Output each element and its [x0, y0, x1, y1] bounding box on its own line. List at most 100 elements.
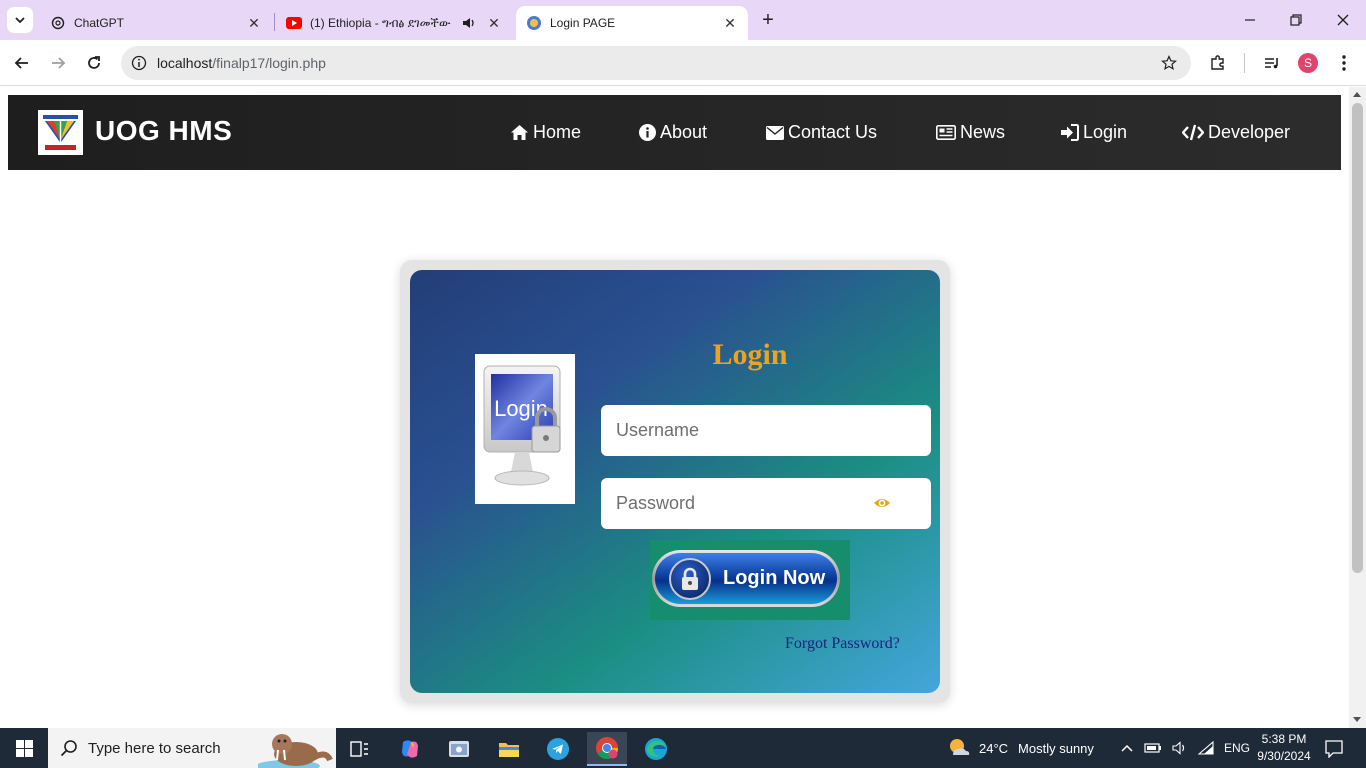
volume-icon[interactable] — [1172, 741, 1188, 755]
nav-link-login[interactable]: Login — [1060, 122, 1127, 143]
chevron-up-icon[interactable] — [1120, 743, 1134, 753]
newspaper-icon — [936, 125, 956, 140]
taskbar-edge[interactable] — [636, 732, 676, 766]
taskbar-telegram[interactable] — [538, 732, 578, 766]
nav-link-label: About — [660, 122, 708, 142]
copilot-icon — [402, 740, 418, 758]
nav-link-developer[interactable]: Developer — [1182, 122, 1290, 143]
task-view-button[interactable] — [340, 732, 380, 766]
tab-login-page[interactable]: Login PAGE ✕ — [516, 6, 748, 40]
show-password-eye-icon[interactable] — [873, 495, 891, 511]
taskbar-app-window[interactable] — [439, 732, 479, 766]
login-card: Login Login Username Password Login Now … — [410, 270, 940, 693]
login-button-face: Login Now — [655, 553, 837, 604]
address-bar[interactable]: localhost/finalp17/login.php — [121, 46, 1191, 80]
password-placeholder: Password — [616, 493, 696, 513]
password-input[interactable]: Password — [601, 478, 931, 529]
scrollbar-thumb[interactable] — [1352, 103, 1363, 573]
reload-button[interactable] — [81, 50, 107, 76]
minimize-icon — [1245, 19, 1255, 21]
telegram-icon — [547, 738, 569, 760]
media-controls-button[interactable] — [1261, 52, 1283, 74]
close-tab-icon[interactable]: ✕ — [246, 15, 262, 31]
forward-button[interactable] — [45, 50, 71, 76]
taskbar-chrome[interactable] — [587, 732, 627, 766]
nav-link-home[interactable]: Home — [510, 122, 581, 143]
clock-date: 9/30/2024 — [1257, 749, 1311, 763]
scroll-down-arrow-icon[interactable] — [1353, 717, 1361, 722]
system-tray: ENG — [1120, 728, 1250, 768]
taskbar-file-explorer[interactable] — [489, 732, 529, 766]
url-host: localhost — [157, 55, 213, 71]
task-view-icon — [350, 741, 368, 757]
language-indicator[interactable]: ENG — [1224, 741, 1250, 755]
bookmark-star-icon[interactable] — [1159, 53, 1179, 73]
new-tab-button[interactable]: + — [757, 9, 779, 31]
tab-chatgpt[interactable]: ChatGPT ✕ — [40, 6, 272, 40]
app-window-icon — [449, 741, 469, 757]
login-button-wrapper: Login Now — [650, 540, 850, 620]
browser-toolbar: localhost/finalp17/login.php S — [0, 40, 1366, 86]
chatgpt-icon — [50, 15, 66, 31]
username-placeholder: Username — [616, 420, 700, 440]
notifications-button[interactable] — [1314, 732, 1354, 766]
login-now-button[interactable]: Login Now — [652, 550, 840, 607]
weather-widget[interactable]: 24°C Mostly sunny — [947, 728, 1094, 768]
lock-icon — [669, 558, 711, 600]
restore-icon — [1290, 14, 1302, 26]
windows-taskbar: Type here to search 24°C Mostly sunny EN… — [0, 728, 1366, 768]
scroll-up-arrow-icon[interactable] — [1353, 92, 1361, 97]
folder-icon — [499, 743, 519, 757]
nav-link-label: Developer — [1208, 122, 1291, 142]
username-input[interactable]: Username — [601, 405, 931, 456]
back-button[interactable] — [9, 50, 35, 76]
profile-avatar[interactable]: S — [1298, 53, 1318, 73]
site-navbar: UOG HMS Home About Contact Us News Login… — [8, 95, 1341, 170]
speaker-icon[interactable] — [462, 17, 476, 29]
uog-logo[interactable] — [38, 110, 83, 155]
tab-title: (1) Ethiopia - ግብፅ ደገመችው — [310, 15, 451, 30]
envelope-icon — [766, 125, 784, 140]
start-button[interactable] — [0, 728, 48, 768]
taskbar-copilot[interactable] — [390, 732, 430, 766]
playlist-icon — [1265, 58, 1278, 69]
close-tab-icon[interactable]: ✕ — [486, 15, 502, 31]
site-info-icon[interactable] — [129, 53, 149, 73]
windows-logo-icon — [15, 739, 33, 757]
close-window-button[interactable] — [1331, 8, 1355, 32]
wifi-icon[interactable] — [1198, 741, 1214, 755]
toolbar-divider — [1244, 53, 1245, 73]
close-tab-icon[interactable]: ✕ — [722, 15, 738, 31]
tab-title: ChatGPT — [74, 16, 125, 30]
site-brand-name[interactable]: UOG HMS — [95, 115, 232, 147]
extensions-button[interactable] — [1207, 52, 1229, 74]
taskbar-search-box[interactable]: Type here to search — [48, 728, 336, 768]
nav-link-contact[interactable]: Contact Us — [766, 122, 877, 143]
page-scrollbar[interactable] — [1349, 87, 1366, 728]
tab-search-button[interactable] — [7, 7, 33, 33]
nav-link-label: Login — [1083, 122, 1128, 142]
forgot-password-link[interactable]: Forgot Password? — [785, 635, 900, 653]
more-vertical-icon — [1342, 55, 1346, 71]
puzzle-icon — [1211, 55, 1224, 70]
reload-icon — [88, 56, 100, 69]
taskbar-clock[interactable]: 5:38 PM 9/30/2024 — [1252, 731, 1316, 765]
minimize-button[interactable] — [1238, 8, 1262, 32]
search-icon — [60, 740, 77, 757]
clock-time: 5:38 PM — [1261, 732, 1307, 746]
login-button-label: Login Now — [723, 567, 826, 589]
code-icon — [1182, 124, 1204, 141]
walrus-illustration-icon — [258, 734, 333, 768]
browser-menu-button[interactable] — [1333, 52, 1355, 74]
restore-button[interactable] — [1284, 8, 1308, 32]
tab-youtube[interactable]: (1) Ethiopia - ግብፅ ደገመችው ✕ — [276, 6, 512, 40]
nav-link-news[interactable]: News — [936, 122, 1005, 143]
notification-icon — [1325, 740, 1343, 758]
taskbar-search-placeholder: Type here to search — [88, 740, 221, 757]
tab-separator — [274, 13, 275, 31]
nav-link-about[interactable]: About — [639, 122, 707, 143]
battery-icon[interactable] — [1144, 742, 1162, 754]
chrome-icon — [596, 737, 618, 759]
arrow-right-icon — [52, 57, 66, 69]
weather-description: Mostly sunny — [1018, 740, 1094, 756]
